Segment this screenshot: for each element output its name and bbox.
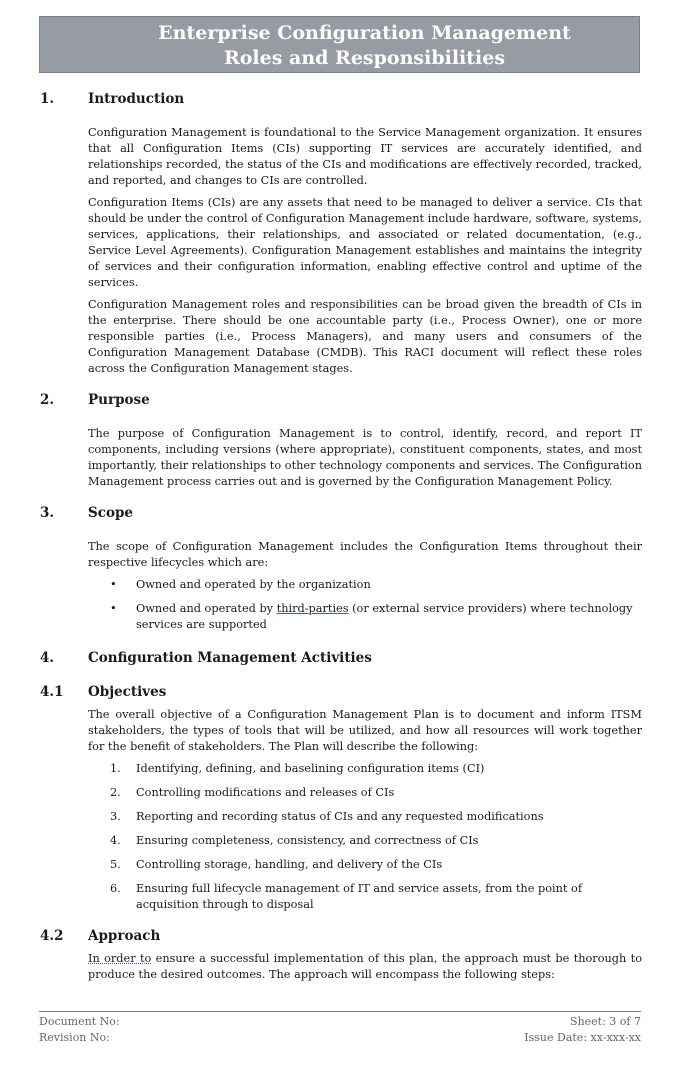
paragraph: Configuration Management is foundational… — [88, 126, 642, 187]
section-title: Configuration Management Activities — [88, 650, 372, 666]
page-footer: Document No: Sheet: 3 of 7 Revision No: … — [39, 1011, 641, 1046]
section-number: 4. — [40, 650, 55, 666]
document-title-banner: Enterprise Configuration Management Role… — [39, 16, 640, 73]
objectives-numbered-list: 1. Identifying, defining, and baselining … — [88, 761, 642, 913]
list-item: 5. Controlling storage, handling, and del… — [110, 858, 443, 871]
list-item: 2. Controlling modifications and releases… — [110, 786, 395, 799]
section-heading-scope: 3. Scope — [40, 502, 642, 524]
grammar-flagged-phrase[interactable]: In order to — [88, 952, 151, 965]
list-item: 6. Ensuring full lifecycle management of … — [110, 882, 583, 911]
document-number-label: Document No: — [39, 1015, 120, 1028]
paragraph: The purpose of Configuration Management … — [88, 427, 642, 488]
list-item: • Owned and operated by third-parties (o… — [88, 601, 642, 633]
section-number: 3. — [40, 505, 55, 521]
document-title-line2: Roles and Responsibilities — [223, 47, 506, 69]
section-heading-purpose: 2. Purpose — [40, 389, 642, 411]
list-item: • Owned and operated by the organization — [88, 577, 642, 593]
section-number: 2. — [40, 392, 55, 408]
section-number: 4.2 — [40, 928, 64, 944]
subsection-heading-objectives: 4.1 Objectives — [40, 681, 642, 703]
section-number: 1. — [40, 91, 55, 107]
revision-number-label: Revision No: — [39, 1031, 110, 1044]
section-number: 4.1 — [40, 684, 64, 700]
paragraph: The overall objective of a Configuration… — [88, 708, 642, 753]
spellcheck-flagged-word[interactable]: third-parties — [277, 602, 349, 615]
section-title: Objectives — [88, 684, 167, 700]
issue-date: Issue Date: xx-xxx-xx — [524, 1031, 641, 1044]
section-title: Purpose — [88, 392, 150, 408]
paragraph: In order to ensure a successful implemen… — [88, 952, 642, 981]
bullet-icon: • — [110, 602, 117, 615]
paragraph: Configuration Items (CIs) are any assets… — [88, 196, 642, 289]
subsection-heading-approach: 4.2 Approach — [40, 925, 642, 947]
section-title: Scope — [88, 505, 134, 521]
list-item: 4. Ensuring completeness, consistency, an… — [110, 834, 479, 847]
paragraph: The scope of Configuration Management in… — [88, 540, 642, 569]
scope-bullet-list: • Owned and operated by the organization… — [88, 577, 642, 633]
paragraph: Configuration Management roles and respo… — [88, 298, 642, 375]
section-title: Introduction — [88, 91, 185, 107]
section-title: Approach — [88, 928, 161, 944]
document-body: 1. Introduction Configuration Management… — [40, 88, 642, 983]
document-title-line1: Enterprise Configuration Management — [158, 22, 571, 44]
bullet-icon: • — [110, 578, 117, 591]
section-heading-activities: 4. Configuration Management Activities — [40, 647, 642, 669]
list-item: 1. Identifying, defining, and baselining … — [110, 762, 485, 775]
sheet-number: Sheet: 3 of 7 — [570, 1015, 641, 1028]
list-item: 3. Reporting and recording status of CIs … — [110, 810, 544, 823]
section-heading-introduction: 1. Introduction — [40, 88, 642, 110]
